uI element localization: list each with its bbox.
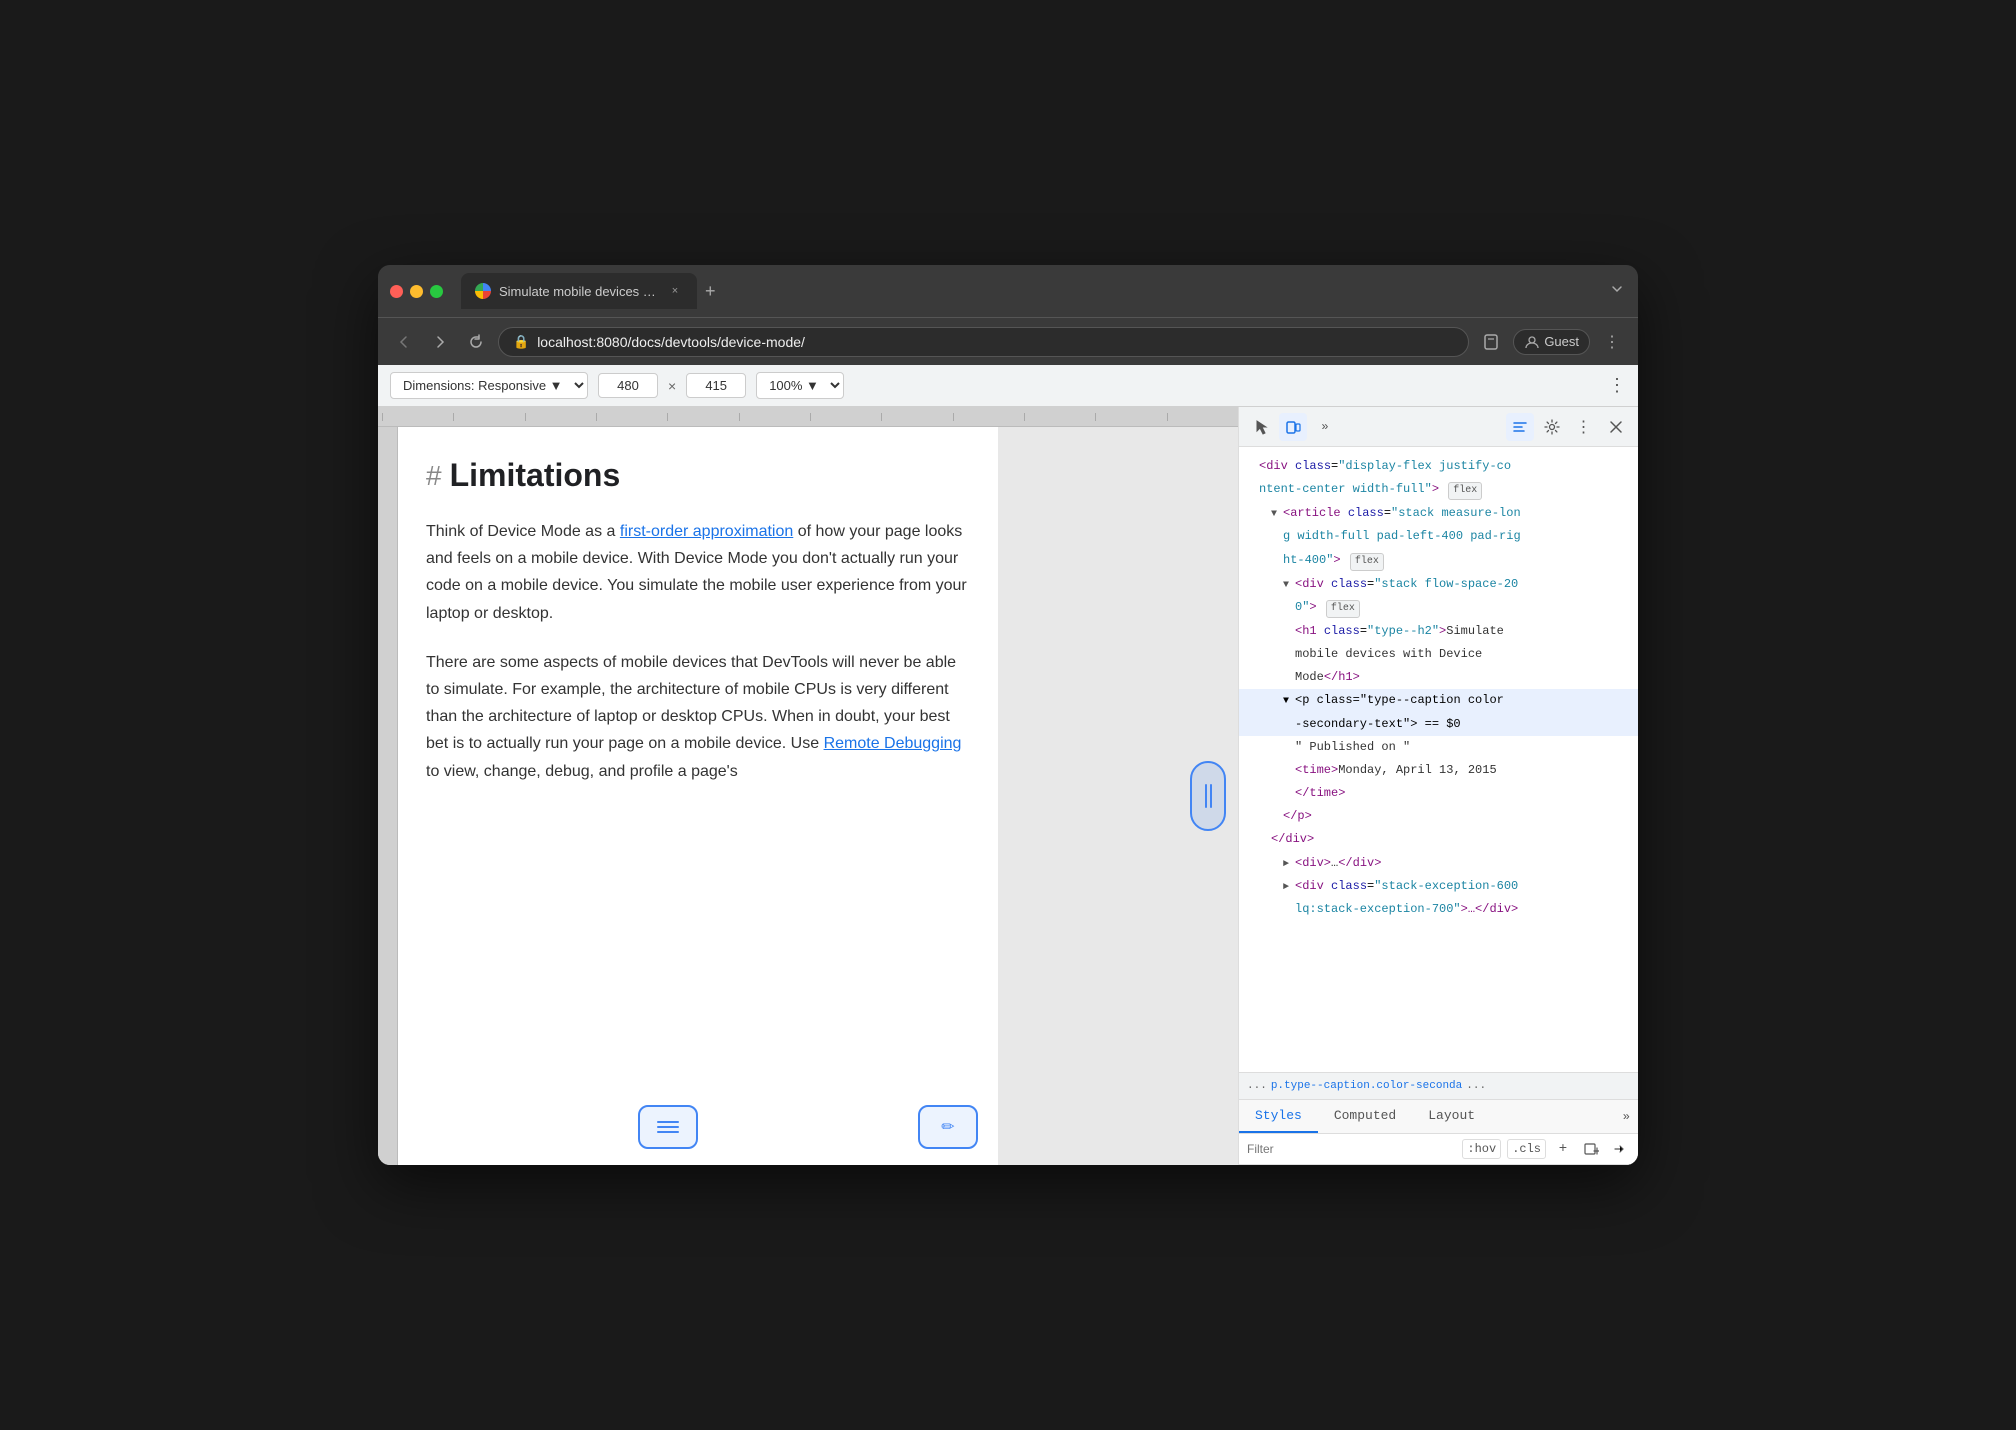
ruler-vertical [378, 427, 398, 1165]
device-toolbar: Dimensions: Responsive ▼ × 100% ▼ ⋮ [378, 365, 1638, 407]
add-style-rule-button[interactable]: + [1552, 1138, 1574, 1160]
device-mode-button[interactable] [1279, 413, 1307, 441]
address-bar: 🔒 localhost:8080/docs/devtools/device-mo… [378, 317, 1638, 365]
zoom-select[interactable]: 100% ▼ [756, 372, 844, 399]
bottom-handle-menu[interactable] [638, 1105, 698, 1149]
tree-node[interactable]: ht-400"> flex [1239, 549, 1638, 573]
bookmark-icon[interactable] [1477, 328, 1505, 356]
first-order-link[interactable]: first-order approximation [620, 523, 793, 540]
tree-node[interactable]: " Published on " [1239, 736, 1638, 759]
remote-debugging-link[interactable]: Remote Debugging [824, 735, 962, 752]
tree-node[interactable]: </time> [1239, 782, 1638, 805]
styles-overflow[interactable]: » [1615, 1110, 1638, 1124]
tab-layout[interactable]: Layout [1412, 1100, 1491, 1133]
tree-node[interactable]: mobile devices with Device [1239, 643, 1638, 666]
traffic-lights [390, 285, 443, 298]
page-paragraph-2: There are some aspects of mobile devices… [426, 649, 970, 785]
width-input[interactable] [598, 373, 658, 398]
page-paragraph-1: Think of Device Mode as a first-order ap… [426, 518, 970, 627]
bottom-handles: ✏ [378, 1105, 1238, 1149]
tree-node[interactable]: Mode</h1> [1239, 666, 1638, 689]
overflow-panels-button[interactable]: » [1311, 413, 1339, 441]
tab-styles[interactable]: Styles [1239, 1100, 1318, 1133]
page-content: # Limitations Think of Device Mode as a … [398, 427, 998, 1165]
url-text: localhost:8080/docs/devtools/device-mode… [537, 334, 1454, 350]
maximize-traffic-light[interactable] [430, 285, 443, 298]
browser-window: Simulate mobile devices with D × + 🔒 loc… [378, 265, 1638, 1165]
new-tab-button[interactable]: + [697, 281, 724, 302]
styles-filter-input[interactable] [1247, 1142, 1456, 1156]
tab-favicon [475, 283, 491, 299]
hash-icon: # [426, 460, 442, 492]
tab-close-button[interactable]: × [667, 283, 683, 299]
url-bar[interactable]: 🔒 localhost:8080/docs/devtools/device-mo… [498, 327, 1469, 357]
back-button[interactable] [390, 328, 418, 356]
bottom-handle-edit[interactable]: ✏ [918, 1105, 978, 1149]
tree-node[interactable]: ▼<div class="stack flow-space-20 [1239, 573, 1638, 596]
tree-node[interactable]: ntent-center width-full"> flex [1239, 478, 1638, 502]
tree-node[interactable]: ►<div>…</div> [1239, 852, 1638, 875]
page-heading: # Limitations [426, 457, 970, 494]
page-preview: # Limitations Think of Device Mode as a … [378, 407, 1238, 1165]
height-input[interactable] [686, 373, 746, 398]
minimize-traffic-light[interactable] [410, 285, 423, 298]
content-area: # Limitations Think of Device Mode as a … [378, 407, 1638, 1165]
tab-title: Simulate mobile devices with D [499, 284, 659, 299]
devtools-more-button[interactable]: ⋮ [1570, 413, 1598, 441]
ruler-horizontal [378, 407, 1238, 427]
resize-drag-handle[interactable] [1190, 761, 1226, 831]
breadcrumb-ellipsis[interactable]: ... [1247, 1080, 1267, 1092]
lock-icon: 🔒 [513, 334, 529, 350]
more-button[interactable]: ⋮ [1598, 328, 1626, 356]
styles-tabs: Styles Computed Layout » [1239, 1100, 1638, 1134]
tree-node[interactable]: ▼<article class="stack measure-lon [1239, 502, 1638, 525]
tree-node[interactable]: <div class="display-flex justify-co [1239, 455, 1638, 478]
dimension-separator: × [668, 378, 676, 394]
tab-computed[interactable]: Computed [1318, 1100, 1412, 1133]
close-traffic-light[interactable] [390, 285, 403, 298]
tree-node-selected[interactable]: ▼<p class="type--caption color [1239, 689, 1638, 712]
tree-node[interactable]: lq:stack-exception-700">…</div> [1239, 898, 1638, 921]
devtools-toolbar: » ⋮ [1239, 407, 1638, 447]
tree-node[interactable]: g width-full pad-left-400 pad-rig [1239, 525, 1638, 548]
tree-node[interactable]: <time>Monday, April 13, 2015 [1239, 759, 1638, 782]
title-bar: Simulate mobile devices with D × + [378, 265, 1638, 317]
element-state-button[interactable] [1608, 1138, 1630, 1160]
breadcrumb-more[interactable]: ... [1466, 1080, 1486, 1092]
tab-bar: Simulate mobile devices with D × + [461, 273, 1626, 309]
active-tab[interactable]: Simulate mobile devices with D × [461, 273, 697, 309]
tree-node[interactable]: <h1 class="type--h2">Simulate [1239, 620, 1638, 643]
drag-handle-bars [1205, 784, 1212, 808]
filter-bar: :hov .cls + [1239, 1134, 1638, 1165]
inspect-cursor-button[interactable] [1247, 413, 1275, 441]
settings-button[interactable] [1538, 413, 1566, 441]
tree-node-selected[interactable]: -secondary-text"> == $0 [1239, 713, 1638, 736]
forward-button[interactable] [426, 328, 454, 356]
guest-label: Guest [1544, 334, 1579, 349]
tree-node[interactable]: ►<div class="stack-exception-600 [1239, 875, 1638, 898]
console-button[interactable] [1506, 413, 1534, 441]
address-right-controls: Guest ⋮ [1477, 328, 1626, 356]
devtools-breadcrumb: ... p.type--caption.color-seconda ... [1239, 1072, 1638, 1100]
tree-node[interactable]: 0"> flex [1239, 596, 1638, 620]
html-tree[interactable]: <div class="display-flex justify-co nten… [1239, 447, 1638, 1072]
devtools-panel: » ⋮ <div class="display-flex justi [1238, 407, 1638, 1165]
breadcrumb-current[interactable]: p.type--caption.color-seconda [1271, 1080, 1462, 1092]
refresh-button[interactable] [462, 328, 490, 356]
device-toolbar-more[interactable]: ⋮ [1608, 375, 1626, 396]
tab-overflow-button[interactable] [1608, 280, 1626, 303]
hov-pseudo-button[interactable]: :hov [1462, 1139, 1501, 1159]
dimensions-select[interactable]: Dimensions: Responsive ▼ [390, 372, 588, 399]
page-content-wrapper: # Limitations Think of Device Mode as a … [378, 427, 1238, 1165]
new-style-rule-button[interactable] [1580, 1138, 1602, 1160]
guest-button[interactable]: Guest [1513, 329, 1590, 355]
page-title: Limitations [450, 457, 621, 494]
devtools-close-button[interactable] [1602, 413, 1630, 441]
tree-node[interactable]: </p> [1239, 805, 1638, 828]
tree-node[interactable]: </div> [1239, 828, 1638, 851]
cls-button[interactable]: .cls [1507, 1139, 1546, 1159]
